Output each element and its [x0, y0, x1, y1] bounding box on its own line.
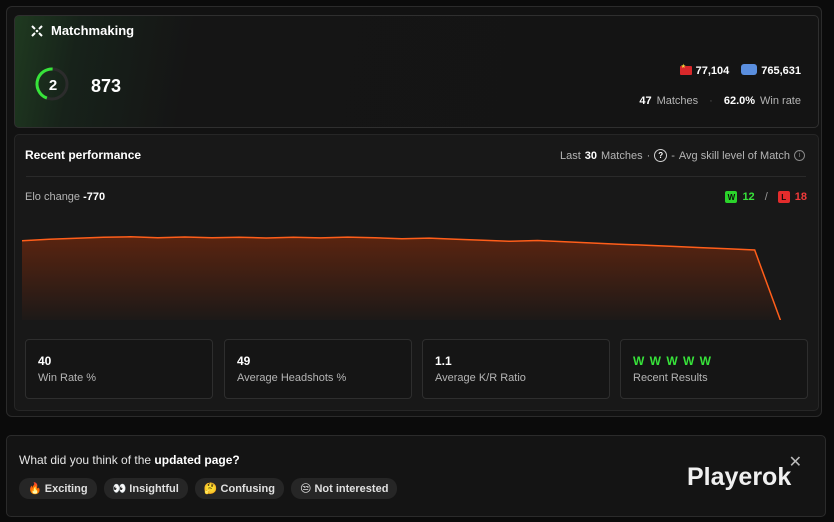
world-icon: [741, 64, 758, 75]
feedback-question: What did you think of the updated page?: [19, 453, 240, 467]
wins-count: 12: [742, 191, 755, 203]
losses-count: 18: [794, 191, 807, 203]
elo-point-25[interactable]: [671, 244, 675, 248]
slash: /: [764, 191, 768, 203]
elo-point-10[interactable]: [264, 236, 268, 240]
stat-card-kr-ratio: 1.1 Average K/R Ratio: [422, 339, 610, 399]
elo-point-20[interactable]: [536, 239, 540, 243]
region-rank[interactable]: 77,104: [679, 63, 730, 77]
elo-change: Elo change -770: [25, 191, 105, 203]
feedback-option-exciting[interactable]: 🔥 Exciting: [19, 478, 97, 499]
last-count: 30: [584, 149, 597, 162]
elo-point-6[interactable]: [156, 236, 160, 240]
stat-value: 49: [237, 354, 251, 368]
feedback-option-insightful[interactable]: 👀 Insightful: [103, 478, 188, 499]
world-rank[interactable]: 765,631: [741, 64, 801, 77]
skill-level-icon: ?: [654, 149, 668, 162]
divider: [26, 176, 806, 177]
elo-chart[interactable]: [22, 220, 809, 320]
matchmaking-header: Matchmaking: [31, 23, 134, 38]
elo-point-16[interactable]: [427, 236, 431, 240]
region-rank-value: 77,104: [695, 64, 730, 77]
elo-point-22[interactable]: [590, 241, 594, 245]
loss-badge-icon: L: [777, 191, 790, 203]
brand-logo: Playerok: [687, 463, 792, 491]
stat-label: Win Rate %: [38, 372, 97, 384]
performance-title: Recent performance: [25, 148, 142, 162]
china-flag-icon: [679, 63, 692, 75]
elo-point-7[interactable]: [183, 235, 187, 239]
feedback-question-bold: updated page?: [154, 453, 240, 467]
feedback-options: 🔥 Exciting 👀 Insightful 🤔 Confusing 😒 No…: [19, 478, 398, 499]
info-icon[interactable]: i: [794, 150, 805, 161]
stat-label: Average Headshots %: [237, 372, 347, 384]
elo-point-17[interactable]: [454, 237, 458, 241]
last-matches-label: Matches: [601, 149, 643, 162]
performance-meta: Last 30 Matches · ? - Avg skill level of…: [560, 149, 805, 162]
matches-label: Matches: [656, 95, 699, 107]
stat-label: Recent Results: [633, 372, 708, 384]
rank-badges: 77,104 765,631: [679, 63, 801, 77]
win-rate-value: 62.0%: [723, 95, 756, 107]
win-loss-summary: W 12 / L 18: [725, 191, 807, 203]
elo-change-label: Elo change: [25, 191, 81, 203]
elo-point-23[interactable]: [617, 242, 621, 246]
elo-point-2[interactable]: [47, 237, 51, 241]
matches-count: 47: [639, 95, 652, 107]
elo-point-19[interactable]: [508, 239, 512, 243]
stat-value: 40: [38, 354, 52, 368]
elo-change-value: -770: [83, 191, 106, 203]
feedback-question-prefix: What did you think of the: [19, 453, 152, 467]
separator-dot: ·: [709, 95, 713, 107]
elo-point-26[interactable]: [698, 246, 702, 250]
world-rank-value: 765,631: [761, 65, 801, 77]
feedback-option-not-interested[interactable]: 😒 Not interested: [290, 478, 398, 499]
elo-point-9[interactable]: [237, 235, 241, 239]
stat-card-headshots: 49 Average Headshots %: [224, 339, 412, 399]
elo-point-12[interactable]: [319, 236, 323, 240]
elo-point-4[interactable]: [101, 235, 105, 239]
skill-level-value: 2: [48, 76, 58, 94]
elo-point-21[interactable]: [563, 240, 567, 244]
feedback-option-confusing[interactable]: 🤔 Confusing: [194, 478, 284, 499]
win-rate-label: Win rate: [760, 95, 801, 107]
elo-point-28[interactable]: [753, 248, 757, 252]
elo-point-27[interactable]: [726, 247, 730, 251]
elo-point-11[interactable]: [291, 235, 295, 239]
recent-results-value: W W W W W: [633, 354, 712, 368]
separator-dot: ·: [646, 149, 651, 162]
elo-point-5[interactable]: [129, 235, 133, 239]
stat-card-recent-results: W W W W W Recent Results: [620, 339, 808, 399]
elo-point-8[interactable]: [210, 236, 214, 240]
matchmaking-icon: [31, 24, 43, 37]
last-label: Last: [559, 149, 581, 162]
win-badge-icon: W: [725, 191, 738, 203]
stat-label: Average K/R Ratio: [435, 372, 526, 384]
stat-value: 1.1: [435, 354, 452, 368]
match-stats: 47 Matches · 62.0% Win rate: [639, 95, 801, 107]
dash: -: [671, 149, 675, 162]
stat-card-win-rate: 40 Win Rate %: [25, 339, 213, 399]
matchmaking-title: Matchmaking: [51, 23, 135, 38]
elo-point-13[interactable]: [346, 235, 350, 239]
avg-skill-label: Avg skill level of Match: [678, 149, 790, 162]
elo-point-18[interactable]: [481, 238, 485, 242]
elo-point-3[interactable]: [74, 236, 78, 240]
elo-point-15[interactable]: [400, 237, 404, 241]
elo-area: [22, 236, 809, 320]
elo-point-24[interactable]: [644, 243, 648, 247]
elo-point-14[interactable]: [373, 236, 377, 240]
elo-value: 873: [91, 76, 122, 96]
